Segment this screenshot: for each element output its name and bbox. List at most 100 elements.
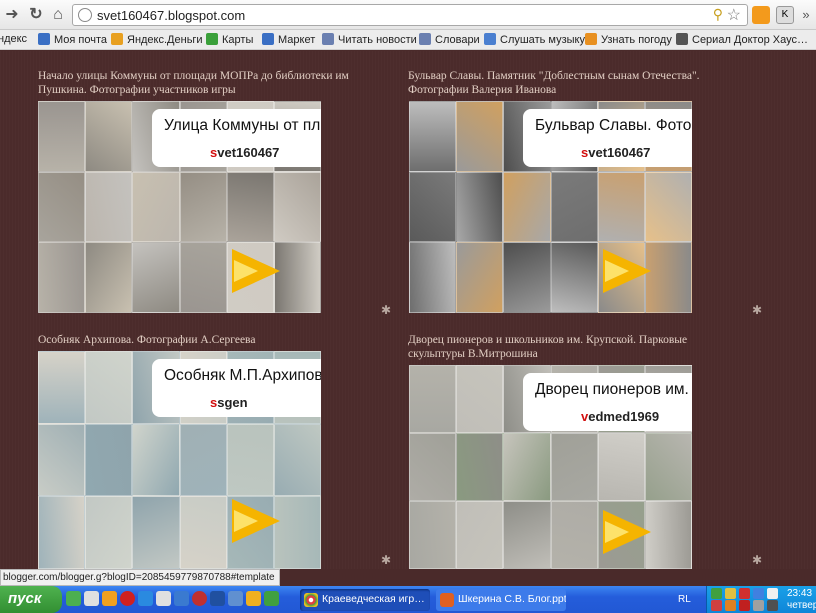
page-menu-icon[interactable]: K <box>776 6 794 24</box>
tray-icon[interactable] <box>711 588 722 599</box>
quicklaunch-icon[interactable] <box>264 591 279 606</box>
status-bar: blogger.com/blogger.g?blogID=20854597798… <box>0 569 280 586</box>
slideshow-card[interactable]: Улица Коммуны от пл svet160467 <box>38 101 321 313</box>
photo-thumbnail <box>38 423 86 497</box>
photo-thumbnail <box>456 501 504 569</box>
photo-thumbnail <box>644 501 692 569</box>
play-highlight <box>234 510 258 532</box>
quicklaunch-icon[interactable] <box>210 591 225 606</box>
photo-thumbnail <box>456 433 504 501</box>
quicklaunch-icon[interactable] <box>246 591 261 606</box>
bookmark-item[interactable]: Слушать музыку <box>484 33 585 46</box>
tray-icon[interactable] <box>753 588 764 599</box>
chrome-icon <box>304 593 318 607</box>
slideshow-card[interactable]: Бульвар Славы. Фото svet160467 <box>409 101 692 313</box>
opera-icon[interactable] <box>120 591 135 606</box>
quicklaunch-icon[interactable] <box>102 591 117 606</box>
quicklaunch-icon[interactable] <box>138 591 153 606</box>
market-icon <box>262 33 274 45</box>
taskbar-window-chrome[interactable]: Краеведческая игр… <box>300 589 430 611</box>
address-bar[interactable]: svet160467.blogspot.com ⚲ ☆ <box>72 4 748 26</box>
clock[interactable]: 23:43 четвер <box>787 588 816 612</box>
photo-thumbnail <box>273 171 321 243</box>
bookmark-item[interactable]: Моя почта <box>38 33 107 46</box>
maps-icon <box>206 33 218 45</box>
play-highlight <box>234 260 258 282</box>
tray-icon[interactable] <box>739 588 750 599</box>
bookmark-item[interactable]: Читать новости <box>322 33 417 46</box>
bookmark-item[interactable]: Маркет <box>262 33 315 46</box>
photo-thumbnail <box>456 365 504 433</box>
quicklaunch-icon[interactable] <box>174 591 189 606</box>
quicklaunch-icon[interactable] <box>84 591 99 606</box>
slideshow-title: Улица Коммуны от пл <box>164 117 321 134</box>
post-caption[interactable]: Дворец пионеров и школьников им. Крупско… <box>408 333 778 361</box>
tv-icon <box>676 33 688 45</box>
system-tray: 23:43 четвер <box>706 586 816 613</box>
photo-thumbnail <box>597 171 645 243</box>
slideshow-card[interactable]: Дворец пионеров им. vedmed1969 <box>409 365 692 569</box>
mail-icon <box>38 33 50 45</box>
photo-thumbnail <box>503 433 551 501</box>
slideshow-user[interactable]: svet160467 <box>210 145 279 160</box>
chevron-more-icon[interactable]: » <box>796 5 816 25</box>
slideshow-user[interactable]: vedmed1969 <box>581 409 659 424</box>
slideshow-card[interactable]: Особняк М.П.Архипов ssgen <box>38 351 321 569</box>
news-icon <box>322 33 334 45</box>
post-caption[interactable]: Начало улицы Коммуны от площади МОПРа до… <box>38 69 398 97</box>
tray-icon[interactable] <box>767 588 778 599</box>
home-icon[interactable]: ⌂ <box>48 5 68 25</box>
bookmark-item[interactable]: Яндекс.Деньги <box>111 33 203 46</box>
photo-thumbnail <box>226 423 274 497</box>
volume-icon[interactable] <box>767 600 778 611</box>
reload-icon[interactable]: ↻ <box>26 5 46 25</box>
bookmark-item[interactable]: Карты <box>206 33 253 46</box>
money-icon <box>111 33 123 45</box>
wrench-icon[interactable]: ✱ <box>381 303 391 317</box>
forward-icon[interactable]: ➜ <box>2 5 22 25</box>
bookmark-item[interactable]: Словари <box>419 33 480 46</box>
slideshow-user[interactable]: svet160467 <box>581 145 650 160</box>
search-key-icon[interactable]: ⚲ <box>713 6 723 23</box>
weather-icon <box>585 33 597 45</box>
bookmark-item[interactable]: ндекс <box>0 33 27 45</box>
bookmark-star-icon[interactable]: ☆ <box>727 5 741 25</box>
quicklaunch-icon[interactable] <box>192 591 207 606</box>
tray-icon[interactable] <box>725 600 736 611</box>
tray-icon[interactable] <box>753 600 764 611</box>
photo-thumbnail <box>132 496 180 569</box>
photo-thumbnail <box>550 501 598 569</box>
globe-icon <box>78 8 92 22</box>
taskbar: пуск Краеведческая игр… Шкерина С.В. Бло… <box>0 586 816 613</box>
photo-thumbnail <box>273 423 321 497</box>
taskbar-window-ppt[interactable]: Шкерина С.В. Блог.ppt <box>436 589 566 611</box>
play-highlight <box>605 521 629 543</box>
slideshow-user[interactable]: ssgen <box>210 395 248 410</box>
slideshow-title-box: Дворец пионеров им. vedmed1969 <box>523 373 692 431</box>
post-caption[interactable]: Особняк Архипова. Фотографии А.Сергеева <box>38 333 398 347</box>
extension-icon[interactable] <box>752 6 770 24</box>
photo-thumbnail <box>132 423 180 497</box>
language-indicator[interactable]: RL <box>678 594 691 605</box>
tray-icon[interactable] <box>739 600 750 611</box>
quicklaunch-icon[interactable] <box>228 591 243 606</box>
photo-thumbnail <box>179 242 227 313</box>
slideshow-title-box: Улица Коммуны от пл svet160467 <box>152 109 321 167</box>
tray-icon[interactable] <box>725 588 736 599</box>
tray-icon[interactable] <box>711 600 722 611</box>
start-button[interactable]: пуск <box>0 586 62 613</box>
wrench-icon[interactable]: ✱ <box>752 553 762 567</box>
photo-thumbnail <box>273 242 321 313</box>
photo-thumbnail <box>550 433 598 501</box>
wrench-icon[interactable]: ✱ <box>381 553 391 567</box>
bookmark-item[interactable]: Сериал Доктор Хаус… <box>676 33 808 46</box>
post-caption[interactable]: Бульвар Славы. Памятник "Доблестным сына… <box>408 69 778 97</box>
slideshow-title-box: Особняк М.П.Архипов ssgen <box>152 359 321 417</box>
wrench-icon[interactable]: ✱ <box>752 303 762 317</box>
slideshow-title: Бульвар Славы. Фото <box>535 117 692 134</box>
quicklaunch-icon[interactable] <box>156 591 171 606</box>
quicklaunch-icon[interactable] <box>66 591 81 606</box>
photo-thumbnail <box>409 433 457 501</box>
photo-thumbnail <box>38 351 86 424</box>
bookmark-item[interactable]: Узнать погоду <box>585 33 672 46</box>
